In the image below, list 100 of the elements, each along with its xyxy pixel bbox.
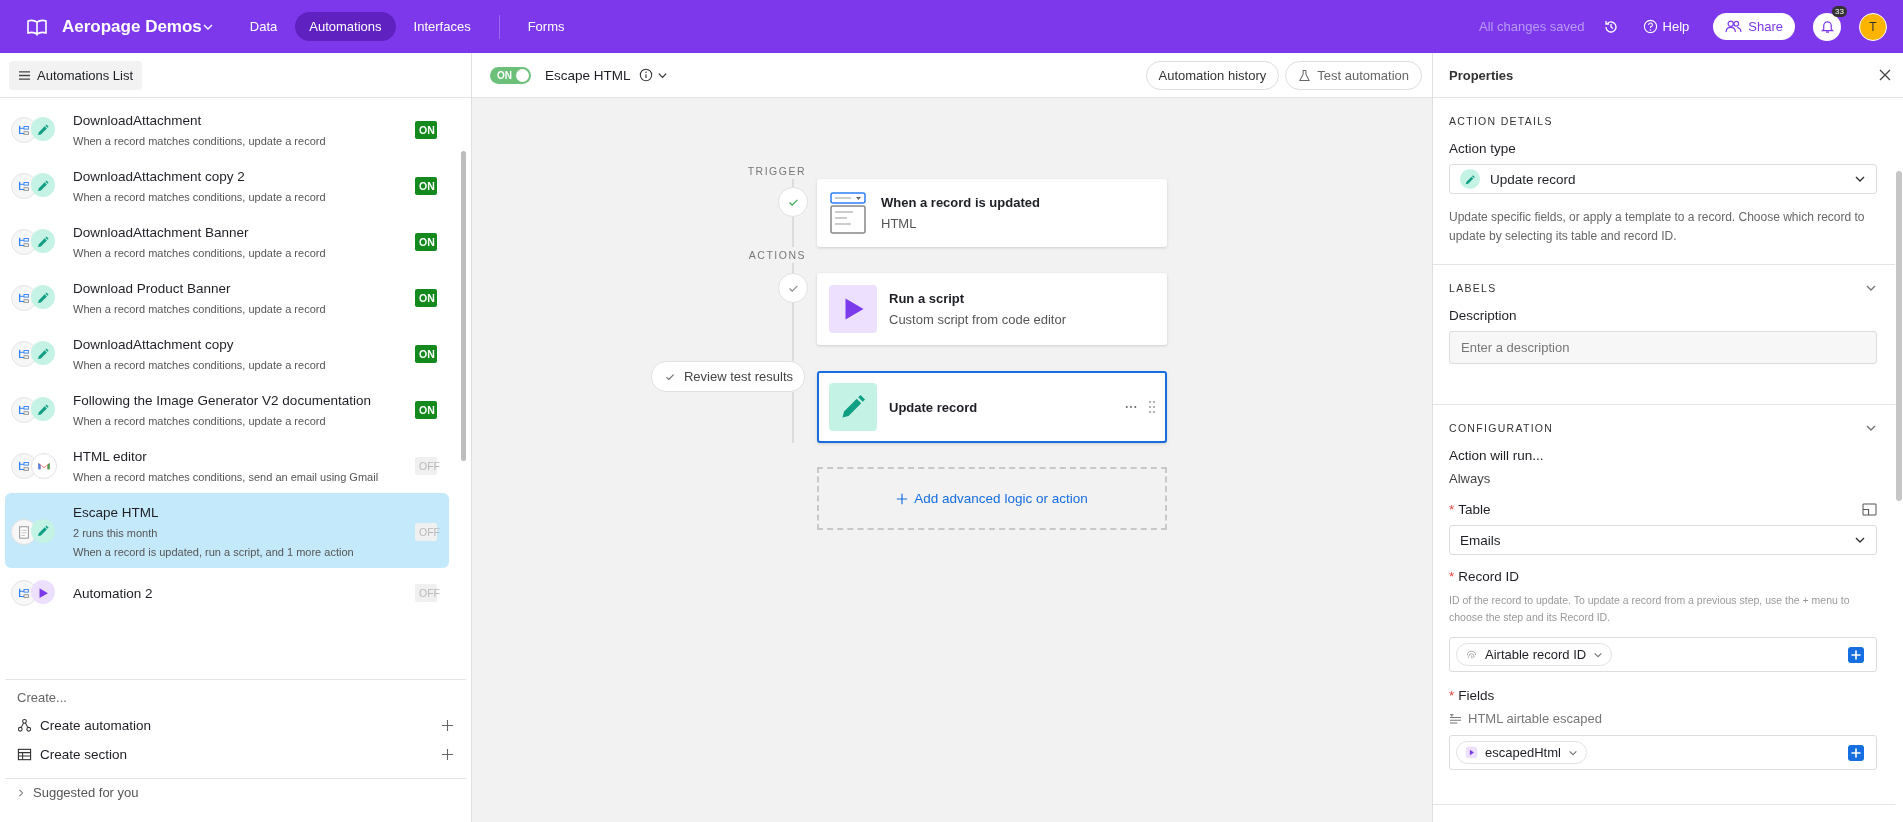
automation-title: DownloadAttachment Banner — [73, 225, 250, 240]
automation-item[interactable]: DownloadAttachment When a record matches conditions, update a record ON — [5, 101, 449, 157]
step-card[interactable]: Run a script Custom script from code editor — [817, 273, 1167, 345]
automation-item[interactable]: Escape HTML 2 runs this month When a record is updated, run a script, and 1 more action OFF — [5, 493, 449, 568]
status-badge: ON — [415, 121, 437, 139]
plus-icon — [441, 719, 454, 732]
help-button[interactable]: Help — [1636, 18, 1696, 35]
automations-list-button[interactable]: Automations List — [9, 60, 143, 90]
base-name: Aeropage Demos — [62, 16, 202, 37]
notification-count: 33 — [1832, 5, 1847, 17]
suggested-section-toggle[interactable]: Suggested for you — [17, 785, 454, 800]
automation-item[interactable]: HTML editor When a record matches conditions, send an email using Gmail OFF — [5, 437, 449, 493]
menu-icon — [18, 69, 31, 81]
share-button[interactable]: Share — [1713, 13, 1795, 40]
table-icon — [17, 747, 32, 762]
dropdown[interactable]: Update record — [1449, 164, 1877, 194]
automation-description: When a record matches conditions, update a record — [73, 415, 327, 427]
automation-item[interactable]: Following the Image Generator V2 documentation When a record matches conditions, update a record ON — [5, 381, 449, 437]
automation-description: When a record is updated, run a script, and 1 more action — [73, 546, 355, 558]
field-label: Description — [1449, 308, 1517, 323]
automation-item[interactable]: DownloadAttachment copy 2 When a record matches conditions, update a record ON — [5, 157, 449, 213]
scrollbar-thumb[interactable] — [461, 151, 466, 461]
field-label: Action will run... — [1449, 448, 1544, 463]
automation-description: When a record matches conditions, update a record — [73, 247, 327, 259]
drag-handle-icon[interactable] — [1149, 401, 1155, 413]
close-button[interactable] — [1877, 67, 1893, 83]
description-field[interactable]: Enter a description — [1449, 331, 1877, 364]
nav-tab[interactable]: Automations — [295, 12, 396, 41]
automation-title: HTML editor — [73, 449, 148, 464]
nav-tab[interactable]: Data — [235, 12, 292, 41]
automation-title: Automation 2 — [73, 585, 154, 601]
automation-description: When a record matches conditions, update a record — [73, 135, 327, 147]
plus-icon — [896, 492, 909, 505]
info-icon[interactable] — [638, 68, 653, 82]
token-pill[interactable]: escapedHtml — [1456, 741, 1587, 764]
expand-icon[interactable] — [1862, 503, 1877, 516]
automation-title: DownloadAttachment copy 2 — [73, 169, 246, 184]
required-mark: * — [1449, 569, 1455, 584]
pencil-icon — [31, 173, 55, 197]
automation-title: Escape HTML — [73, 505, 160, 520]
section-label: TRIGGER — [747, 164, 806, 179]
create-menu-item[interactable]: Create automation — [17, 711, 454, 740]
field-label: Table — [1458, 502, 1491, 517]
pencil-icon — [31, 518, 55, 543]
field-label: Fields — [1458, 688, 1495, 703]
review-test-results-button[interactable]: Review test results — [650, 361, 805, 392]
automation-item[interactable]: DownloadAttachment Banner When a record matches conditions, update a record ON — [5, 213, 449, 269]
status-badge: ON — [415, 401, 437, 419]
step-title: Update record — [889, 399, 979, 415]
step-subtitle: Custom script from code editor — [889, 312, 1067, 327]
form-icon — [829, 191, 869, 235]
step-card[interactable]: Update record — [817, 371, 1167, 443]
section-heading: ACTION DETAILS — [1449, 115, 1553, 127]
status-badge: ON — [415, 177, 437, 195]
automation-title: DownloadAttachment — [73, 113, 203, 128]
play-icon — [1465, 746, 1478, 759]
automation-item[interactable]: DownloadAttachment copy When a record matches conditions, update a record ON — [5, 325, 449, 381]
automation-title: Download Product Banner — [73, 281, 232, 296]
dropdown[interactable]: Emails — [1449, 525, 1877, 555]
play-icon — [31, 580, 55, 604]
pencil-icon — [31, 117, 55, 141]
add-button[interactable] — [1848, 744, 1864, 761]
automation-description: 2 runs this month — [73, 527, 159, 539]
section-label: ACTIONS — [748, 248, 806, 263]
step-card[interactable]: When a record is updated HTML — [817, 179, 1167, 247]
more-icon[interactable] — [1125, 405, 1137, 409]
automation-description: When a record matches conditions, update a record — [73, 359, 327, 371]
pencil-icon — [1460, 169, 1480, 189]
automation-description: When a record matches conditions, update a record — [73, 191, 327, 203]
step-title: When a record is updated — [881, 195, 1041, 210]
field-label: Record ID — [1458, 569, 1520, 584]
step-subtitle: HTML — [881, 216, 918, 231]
token-pill[interactable]: Airtable record ID — [1456, 643, 1613, 666]
pencil-icon — [829, 383, 877, 431]
step-title: Run a script — [889, 291, 966, 306]
history-icon[interactable] — [1602, 18, 1619, 35]
pencil-icon — [31, 285, 55, 309]
add-action-button[interactable]: Add advanced logic or action — [817, 467, 1167, 530]
automation-history-button[interactable]: Automation history — [1145, 60, 1280, 90]
help-text: Update specific fields, or apply a template to a record. Choose which record to update by selecting its table and record ID. — [1449, 209, 1866, 245]
automation-item[interactable]: Automation 2 OFF — [5, 568, 449, 616]
help-icon — [1642, 19, 1658, 34]
status-badge: ON — [415, 289, 437, 307]
flask-icon — [1298, 68, 1312, 82]
required-mark: * — [1449, 688, 1455, 703]
nav-tab[interactable]: Forms — [513, 12, 579, 41]
user-avatar[interactable]: T — [1859, 12, 1887, 41]
field-label: Action type — [1449, 141, 1516, 156]
token-field[interactable]: escapedHtml — [1449, 735, 1877, 770]
create-menu-item[interactable]: Create section — [17, 740, 454, 769]
notifications-button[interactable] — [1813, 12, 1841, 41]
add-button[interactable] — [1848, 646, 1864, 663]
test-automation-button[interactable]: Test automation — [1285, 60, 1422, 90]
scrollbar-thumb[interactable] — [1896, 171, 1902, 501]
token-field[interactable]: Airtable record ID — [1449, 637, 1877, 672]
people-icon — [1725, 20, 1743, 33]
save-status: All changes saved — [1479, 19, 1585, 34]
automation-item[interactable]: Download Product Banner When a record matches conditions, update a record ON — [5, 269, 449, 325]
nav-tab[interactable]: Interfaces — [399, 12, 485, 41]
required-mark: * — [1449, 502, 1455, 517]
